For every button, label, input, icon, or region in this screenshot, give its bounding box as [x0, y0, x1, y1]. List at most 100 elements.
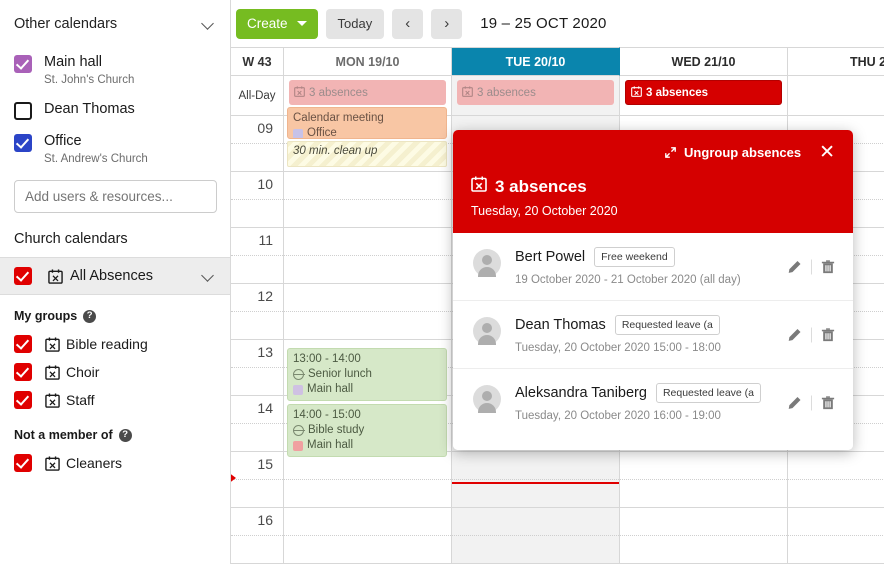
trash-icon[interactable] [821, 259, 835, 274]
sidebar-item-all-absences[interactable]: All Absences [0, 257, 230, 295]
other-calendars-header[interactable]: Other calendars [0, 0, 230, 47]
expand-arrows-icon [665, 146, 676, 158]
day-header-thu[interactable]: THU 22 [788, 47, 884, 76]
time-gutter: 09 10 11 12 13 14 15 16 [231, 116, 284, 564]
list-item[interactable]: Dean Thomas Requested leave (a Tuesday, … [453, 301, 853, 369]
calendar-item-office[interactable]: Office St. Andrew's Church [0, 126, 230, 173]
help-icon[interactable]: ? [83, 309, 97, 323]
pencil-icon[interactable] [787, 327, 802, 342]
all-day-cell-thu[interactable] [788, 76, 884, 116]
group-item-bible-reading[interactable]: Bible reading [0, 330, 230, 358]
day-column-mon[interactable]: Calendar meeting Office 30 min. clean up… [284, 107, 452, 564]
hour-label: 10 [257, 176, 273, 192]
group-label: Staff [66, 392, 95, 408]
next-week-button[interactable]: › [431, 8, 463, 39]
absence-chip-mon[interactable]: 3 absences [289, 80, 446, 105]
trash-icon[interactable] [821, 327, 835, 342]
globe-icon [293, 425, 305, 437]
hour-label: 16 [257, 512, 273, 528]
list-item[interactable]: Aleksandra Taniberg Requested leave (a T… [453, 369, 853, 437]
calendar-item-dean-thomas[interactable]: Dean Thomas [0, 94, 230, 126]
hour-row: 14 [231, 396, 283, 452]
week-number-label: W 43 [231, 47, 284, 76]
event-senior-lunch[interactable]: 13:00 - 14:00 Senior lunch Main hall [287, 348, 447, 401]
popup-header: Ungroup absences ✕ 3 absences Tuesday, 2… [453, 130, 853, 233]
event-title: Bible study [308, 424, 365, 437]
chevron-down-icon[interactable] [202, 17, 216, 31]
sidebar: Other calendars Main hall St. John's Chu… [0, 0, 231, 564]
pencil-icon[interactable] [787, 396, 802, 411]
group-item-staff[interactable]: Staff [0, 386, 230, 414]
checkbox-bible-reading[interactable] [14, 335, 32, 353]
hour-row: 15 [231, 452, 283, 508]
day-header-tue[interactable]: TUE 20/10 [452, 47, 620, 76]
checkbox-choir[interactable] [14, 363, 32, 381]
avatar-icon [473, 317, 501, 345]
now-arrow-icon [231, 472, 236, 484]
all-day-cell-tue[interactable]: 3 absences [452, 76, 620, 116]
event-title: Senior lunch [308, 368, 372, 381]
add-users-resources-input[interactable] [14, 180, 217, 213]
help-icon[interactable]: ? [118, 428, 132, 442]
ungroup-absences-label: Ungroup absences [684, 144, 802, 160]
hour-cell [284, 452, 451, 508]
hour-label: 12 [257, 288, 273, 304]
event-calendar-meeting[interactable]: Calendar meeting Office [287, 107, 447, 139]
event-clean-up[interactable]: 30 min. clean up [287, 141, 447, 167]
group-item-cleaners[interactable]: Cleaners [0, 449, 230, 477]
color-swatch-icon [293, 384, 303, 395]
event-location: Office [307, 127, 337, 139]
checkbox-dean-thomas[interactable] [14, 101, 32, 120]
create-button[interactable]: Create [236, 8, 318, 39]
hour-cell [620, 452, 787, 508]
hour-row: 13 [231, 340, 283, 396]
absence-period: 19 October 2020 - 21 October 2020 (all d… [515, 274, 741, 286]
prev-week-button[interactable]: ‹ [392, 8, 424, 39]
status-badge: Requested leave (a [655, 383, 761, 403]
list-item[interactable]: Bert Powel Free weekend 19 October 2020 … [453, 233, 853, 301]
day-header-wed[interactable]: WED 21/10 [620, 47, 788, 76]
calendar-item-main-hall[interactable]: Main hall St. John's Church [0, 47, 230, 94]
divider [811, 327, 812, 342]
absence-chip-tue[interactable]: 3 absences [457, 80, 614, 105]
calendar-absence-icon [45, 364, 60, 380]
not-member-header: Not a member of ? [0, 414, 230, 449]
absence-chip-wed[interactable]: 3 absences [625, 80, 782, 105]
hour-label: 14 [257, 400, 273, 416]
calendar-name: Main hall [44, 54, 103, 70]
event-location: Main hall [307, 439, 354, 452]
checkbox-cleaners[interactable] [14, 454, 32, 472]
person-name: Bert Powel [515, 249, 586, 265]
checkbox-staff[interactable] [14, 391, 32, 409]
church-calendars-title: Church calendars [14, 231, 128, 247]
event-note: 30 min. clean up [293, 145, 378, 157]
chevron-down-icon[interactable] [202, 269, 216, 283]
my-groups-header: My groups ? [0, 295, 230, 330]
checkbox-office[interactable] [14, 133, 32, 152]
checkbox-main-hall[interactable] [14, 55, 32, 73]
hour-row: 10 [231, 172, 283, 228]
today-button[interactable]: Today [325, 8, 385, 39]
calendar-absence-icon [471, 176, 487, 197]
calendar-absence-icon [45, 336, 60, 352]
trash-icon[interactable] [821, 396, 835, 411]
pencil-icon[interactable] [787, 259, 802, 274]
close-icon[interactable]: ✕ [819, 143, 835, 162]
calendar-name: Office [44, 132, 82, 149]
main-panel: Create Today ‹ › 19 – 25 OCT 2020 W 43 M… [231, 0, 884, 564]
all-day-cell-wed[interactable]: 3 absences [620, 76, 788, 116]
calendar-absence-icon [462, 85, 473, 100]
hour-row: 09 [231, 116, 283, 172]
day-header-mon[interactable]: MON 19/10 [284, 47, 452, 76]
event-bible-study[interactable]: 14:00 - 15:00 Bible study Main hall [287, 404, 447, 457]
hour-cell [788, 508, 884, 564]
absences-popup: Ungroup absences ✕ 3 absences Tuesday, 2… [453, 130, 853, 450]
hour-label: 13 [257, 344, 273, 360]
checkbox-all-absences[interactable] [14, 267, 32, 285]
caret-down-icon [296, 21, 307, 26]
group-item-choir[interactable]: Choir [0, 358, 230, 386]
avatar-icon [473, 249, 501, 277]
hour-cell [284, 284, 451, 340]
ungroup-absences-button[interactable]: Ungroup absences [664, 145, 801, 160]
absence-period: Tuesday, 20 October 2020 15:00 - 18:00 [515, 342, 721, 354]
